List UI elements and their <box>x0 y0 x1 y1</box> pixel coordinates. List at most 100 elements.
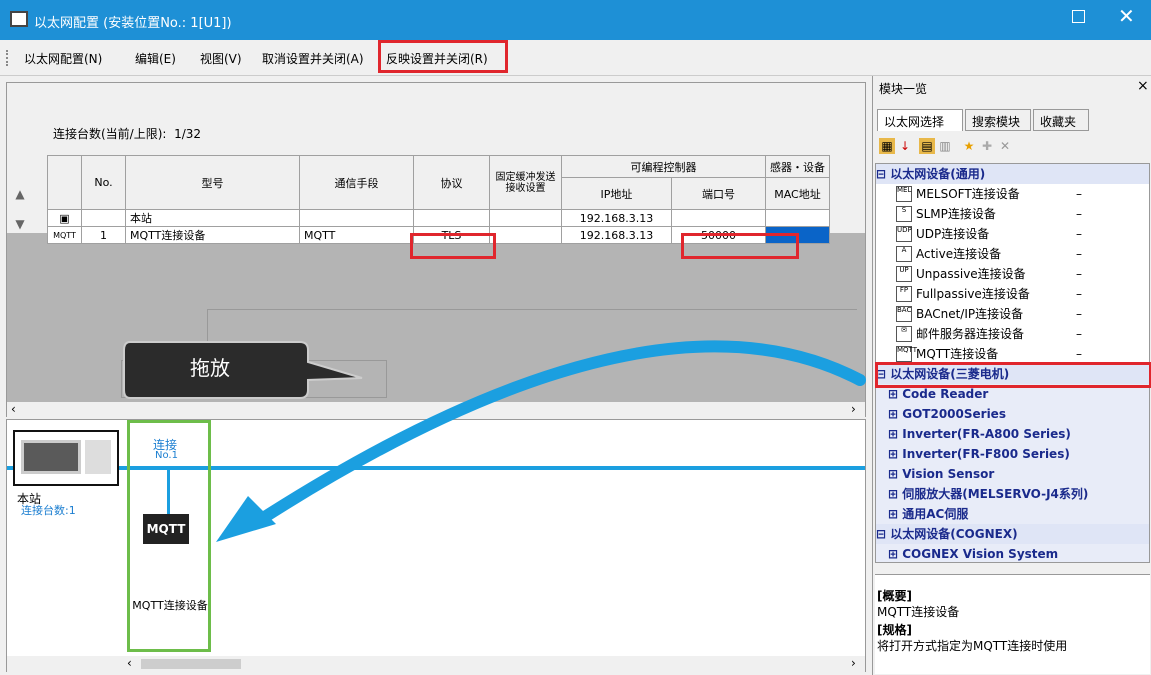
mqtt-device-icon: MQTT <box>896 346 917 362</box>
scroll-left-icon[interactable]: ‹ <box>127 656 132 670</box>
cell-model: 本站 <box>125 209 300 227</box>
device-value: – <box>1076 307 1082 321</box>
collapse-icon[interactable]: ▥ <box>937 138 953 154</box>
menu-edit[interactable]: 编辑(E) <box>135 50 176 67</box>
tree-group-label: 以太网设备(COGNEX) <box>890 527 1018 541</box>
tree-subgroup[interactable]: ⊞ Vision Sensor <box>876 464 1149 484</box>
close-icon[interactable]: × <box>1137 78 1149 94</box>
tab-ethernet-select[interactable]: 以太网选择 <box>877 109 963 131</box>
move-down-icon[interactable]: ▼ <box>13 217 27 231</box>
device-link <box>167 470 170 514</box>
highlight-port <box>681 233 799 259</box>
col-no: No. <box>81 155 126 210</box>
tree-subgroup[interactable]: ⊞ Inverter(FR-A800 Series) <box>876 424 1149 444</box>
tree-device[interactable]: ✉ 邮件服务器连接设备 – <box>876 324 1149 344</box>
add-favorite-icon[interactable]: ✚ <box>979 138 995 154</box>
scroll-left-icon[interactable]: ‹ <box>11 402 16 416</box>
tree-subgroup[interactable]: ⊞ GOT2000Series <box>876 404 1149 424</box>
delete-icon[interactable]: ✕ <box>997 138 1013 154</box>
col-protocol: 协议 <box>413 155 490 210</box>
menu-ethernet-config[interactable]: 以太网配置(N) <box>24 50 102 67</box>
maximize-icon[interactable] <box>1072 10 1085 23</box>
table-row[interactable]: ▣ 本站 192.168.3.13 <box>47 209 830 227</box>
move-up-icon[interactable]: ▲ <box>13 187 27 201</box>
fullpassive-device-icon: FP <box>896 286 912 302</box>
module-toolbar: ▦ ↓ ▤ ▥ ★ ✚ ✕ <box>879 138 1139 158</box>
window-title: 以太网配置 (安装位置No.: 1[U1]) <box>34 16 232 31</box>
device-value: – <box>1076 227 1082 241</box>
tab-favorites[interactable]: 收藏夹 <box>1033 109 1089 131</box>
tree-subgroup-label: 通用AC伺服 <box>902 507 969 521</box>
spec-text: 将打开方式指定为MQTT连接时使用 <box>877 639 1068 653</box>
cell-no: 1 <box>81 226 126 244</box>
module-description: [概要] MQTT连接设备 [规格] 将打开方式指定为MQTT连接时使用 <box>875 574 1150 674</box>
device-label: Active连接设备 <box>916 247 1002 261</box>
col-port: 端口号 <box>671 177 766 210</box>
col-comm: 通信手段 <box>299 155 414 210</box>
tree-device[interactable]: BAC BACnet/IP连接设备 – <box>876 304 1149 324</box>
tree-subgroup[interactable]: ⊞ COGNEX Vision System <box>876 544 1149 562</box>
toolbar-grip <box>6 50 8 66</box>
tree-device[interactable]: FP Fullpassive连接设备 – <box>876 284 1149 304</box>
tab-search-module[interactable]: 搜索模块 <box>965 109 1031 131</box>
sort-icon[interactable]: ▦ <box>879 138 895 154</box>
tree-device[interactable]: S SLMP连接设备 – <box>876 204 1149 224</box>
device-label: Unpassive连接设备 <box>916 267 1026 281</box>
sort-desc-icon[interactable]: ↓ <box>897 138 913 154</box>
cell-mac <box>765 209 830 227</box>
device-value: – <box>1076 187 1082 201</box>
device-value: – <box>1076 207 1082 221</box>
device-label: SLMP连接设备 <box>916 207 996 221</box>
collapse-box-icon: ⊟ <box>876 167 891 181</box>
expand-icon[interactable]: ▤ <box>919 138 935 154</box>
module-list-pane: 模块一览 × 以太网选择 搜索模块 收藏夹 ▦ ↓ ▤ ▥ ★ ✚ ✕ ⊟ 以太… <box>872 76 1151 675</box>
cell-model: MQTT连接设备 <box>125 226 300 244</box>
cell-comm <box>299 209 414 227</box>
connection-table: No. 型号 通信手段 协议 固定缓冲发送接收设置 可编程控制器 感器・设备 I… <box>47 155 830 244</box>
expand-box-icon: ⊞ <box>888 427 903 441</box>
cell-protocol <box>413 209 490 227</box>
connection-count-label: 连接台数(当前/上限): <box>53 127 167 141</box>
module-list-title: 模块一览 <box>879 82 928 96</box>
expand-box-icon: ⊞ <box>888 447 903 461</box>
device-label: MELSOFT连接设备 <box>916 187 1020 201</box>
close-icon[interactable]: ✕ <box>1118 4 1135 28</box>
device-label: Fullpassive连接设备 <box>916 287 1030 301</box>
station-box[interactable] <box>13 430 119 486</box>
expand-box-icon: ⊞ <box>888 387 903 401</box>
favorite-star-icon[interactable]: ★ <box>961 138 977 154</box>
diagram-scrollbar[interactable]: ‹ › <box>7 656 865 672</box>
collapse-box-icon: ⊟ <box>876 527 891 541</box>
tree-device[interactable]: MEL MELSOFT连接设备 – <box>876 184 1149 204</box>
plc-module-icon <box>85 440 111 474</box>
menu-cancel-close[interactable]: 取消设置并关闭(A) <box>262 50 364 67</box>
tree-group[interactable]: ⊟ 以太网设备(通用) <box>876 164 1149 184</box>
row-icon-header <box>47 155 82 210</box>
device-label: UDP连接设备 <box>916 227 990 241</box>
device-value: – <box>1076 247 1082 261</box>
tree-subgroup-label: Vision Sensor <box>902 467 995 481</box>
udp-device-icon: UDP <box>896 226 912 242</box>
unpassive-device-icon: UP <box>896 266 912 282</box>
highlight-mqtt-device <box>875 362 1151 388</box>
scroll-right-icon[interactable]: › <box>851 656 856 670</box>
tree-subgroup[interactable]: ⊞ 通用AC伺服 <box>876 504 1149 524</box>
tree-subgroup[interactable]: ⊞ 伺服放大器(MELSERVO-J4系列) <box>876 484 1149 504</box>
tree-subgroup[interactable]: ⊞ Inverter(FR-F800 Series) <box>876 444 1149 464</box>
highlight-protocol <box>410 233 496 259</box>
conn-no: No.1 <box>155 450 178 461</box>
connection-count: 连接台数(当前/上限): 1/32 <box>53 125 201 142</box>
station-conn-count: 连接台数:1 <box>21 504 76 517</box>
tree-device[interactable]: UP Unpassive连接设备 – <box>876 264 1149 284</box>
device-label: MQTT连接设备 <box>916 347 999 361</box>
expand-box-icon: ⊞ <box>888 487 903 501</box>
menu-view[interactable]: 视图(V) <box>200 50 242 67</box>
tree-device-mqtt[interactable]: MQTT MQTT连接设备 – <box>876 344 1149 364</box>
scroll-thumb[interactable] <box>141 659 241 669</box>
cell-no <box>81 209 126 227</box>
station-row-icon: ▣ <box>47 209 82 227</box>
tree-device[interactable]: UDP UDP连接设备 – <box>876 224 1149 244</box>
device-value: – <box>1076 347 1082 361</box>
tree-device[interactable]: A Active连接设备 – <box>876 244 1149 264</box>
tree-group[interactable]: ⊟ 以太网设备(COGNEX) <box>876 524 1149 544</box>
